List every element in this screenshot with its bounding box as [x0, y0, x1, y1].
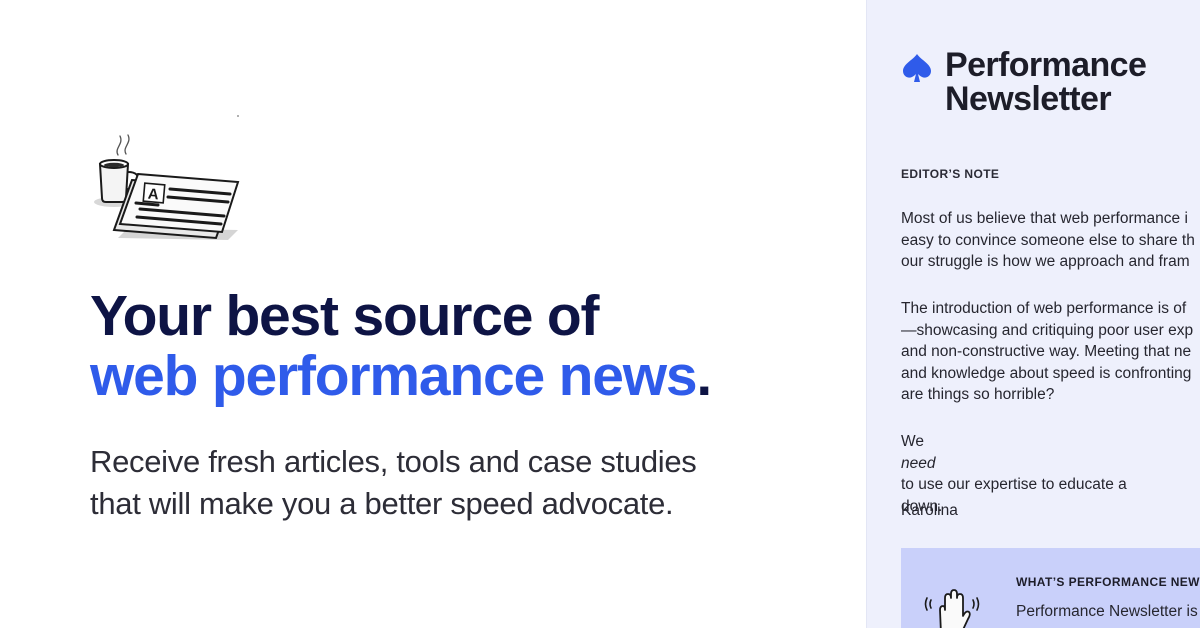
headline-line-1: Your best source of	[90, 284, 599, 348]
paragraph-line: and knowledge about speed is confronting	[901, 364, 1192, 382]
headline-period: .	[696, 344, 712, 408]
paragraph-line: The introduction of web performance is o…	[901, 300, 1187, 317]
hero-description: Receive fresh articles, tools and case s…	[90, 441, 770, 525]
card-text: Performance Newsletter is a	[1016, 603, 1200, 620]
spade-icon	[903, 54, 931, 82]
paragraph-line: —showcasing and critiquing poor user exp	[901, 321, 1194, 339]
about-newsletter-card: WHAT’S PERFORMANCE NEWS Performance News…	[901, 548, 1200, 628]
brand-line-2: Newsletter	[945, 80, 1112, 118]
hero-headline: Your best source of web performance news…	[90, 284, 712, 408]
paragraph-line: our struggle is how we approach and fram	[901, 253, 1190, 270]
paragraph-text: We	[901, 433, 924, 450]
brand-line-1: Performance	[945, 46, 1147, 84]
paragraph-line: are things so horrible?	[901, 386, 1055, 403]
editor-paragraph-1: Most of us believe that web performance …	[901, 208, 1200, 273]
description-line-2: that will make you a better speed advoca…	[90, 486, 674, 521]
paragraph-line: Most of us believe that web performance …	[901, 210, 1188, 227]
description-line-1: Receive fresh articles, tools and case s…	[90, 444, 697, 479]
editors-note-label: EDITOR’S NOTE	[901, 167, 1000, 181]
illustration-letter: A	[147, 186, 159, 204]
hero-section: A Your best source of web performance ne…	[0, 0, 866, 628]
paragraph-line: We need to use our expertise to educate …	[901, 431, 1200, 496]
emphasis-text: need	[901, 454, 936, 472]
editor-paragraph-2: The introduction of web performance is o…	[901, 298, 1200, 406]
paragraph-line: easy to convince someone else to share t…	[901, 231, 1195, 249]
card-title: WHAT’S PERFORMANCE NEWS	[1016, 575, 1200, 589]
headline-line-2: web performance news.	[90, 344, 712, 408]
newsletter-title: Performance Newsletter	[945, 46, 1147, 118]
newsletter-preview: Performance Newsletter EDITOR’S NOTE Mos…	[866, 0, 1200, 628]
waving-hand-icon	[924, 589, 980, 628]
editor-signature: Karolina	[901, 502, 958, 519]
newspaper-and-coffee-icon: A	[94, 115, 240, 240]
paragraph-line: and non-constructive way. Meeting that n…	[901, 343, 1192, 360]
paragraph-text: to use our expertise to educate a	[901, 476, 1127, 493]
headline-accent: web performance news	[90, 344, 698, 408]
